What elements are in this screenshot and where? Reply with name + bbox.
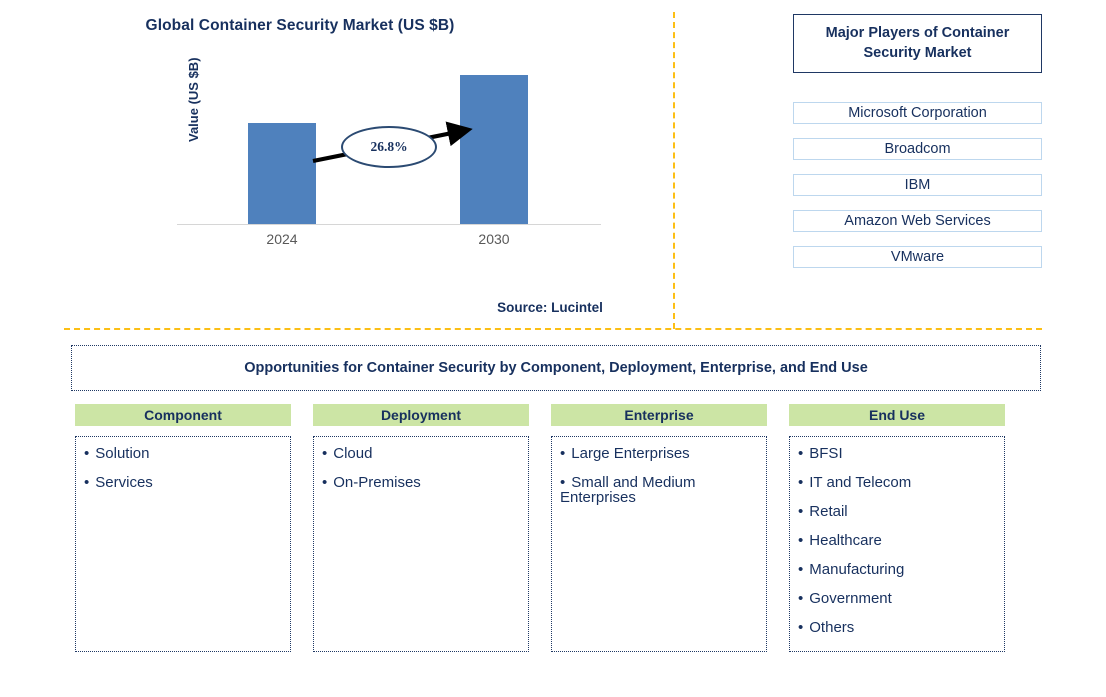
list-item: Cloud xyxy=(320,446,520,461)
cagr-callout: 26.8% xyxy=(341,126,437,168)
list-item: Others xyxy=(796,620,996,635)
segment-column-component: Component Solution Services xyxy=(75,404,291,652)
segment-list-deployment: Cloud On-Premises xyxy=(313,436,529,652)
x-tick-label-2024: 2024 xyxy=(266,231,298,247)
segment-header-end-use: End Use xyxy=(789,404,1005,426)
player-item-ibm[interactable]: IBM xyxy=(793,174,1042,196)
player-item-amazon-web-services[interactable]: Amazon Web Services xyxy=(793,210,1042,232)
player-item-vmware[interactable]: VMware xyxy=(793,246,1042,268)
segment-list-component: Solution Services xyxy=(75,436,291,652)
segment-header-enterprise: Enterprise xyxy=(551,404,767,426)
major-players-header: Major Players of Container Security Mark… xyxy=(793,14,1042,73)
list-item: Healthcare xyxy=(796,533,996,548)
list-item: On-Premises xyxy=(320,475,520,490)
player-item-microsoft-corporation[interactable]: Microsoft Corporation xyxy=(793,102,1042,124)
x-tick-label-2030: 2030 xyxy=(478,231,510,247)
segment-column-enterprise: Enterprise Large Enterprises Small and M… xyxy=(551,404,767,652)
list-item: Solution xyxy=(82,446,282,461)
list-item: Retail xyxy=(796,504,996,519)
opportunities-banner: Opportunities for Container Security by … xyxy=(71,345,1041,391)
segment-columns: Component Solution Services Deployment C… xyxy=(75,404,1015,652)
segment-list-enterprise: Large Enterprises Small and Medium Enter… xyxy=(551,436,767,652)
chart-title: Global Container Security Market (US $B) xyxy=(145,17,455,34)
horizontal-divider xyxy=(64,328,1042,330)
list-item: Services xyxy=(82,475,282,490)
segment-header-deployment: Deployment xyxy=(313,404,529,426)
list-item: Government xyxy=(796,591,996,606)
market-chart-panel: Global Container Security Market (US $B)… xyxy=(0,0,672,328)
vertical-divider xyxy=(673,12,675,329)
segment-header-component: Component xyxy=(75,404,291,426)
list-item: IT and Telecom xyxy=(796,475,996,490)
cagr-value: 26.8% xyxy=(370,139,408,154)
bar-2030 xyxy=(460,74,528,224)
segment-column-end-use: End Use BFSI IT and Telecom Retail Healt… xyxy=(789,404,1005,652)
segment-list-end-use: BFSI IT and Telecom Retail Healthcare Ma… xyxy=(789,436,1005,652)
major-players-panel: Major Players of Container Security Mark… xyxy=(793,14,1042,268)
list-item: BFSI xyxy=(796,446,996,461)
x-axis-line xyxy=(177,224,601,225)
player-item-broadcom[interactable]: Broadcom xyxy=(793,138,1042,160)
bar-container xyxy=(0,74,672,224)
segment-column-deployment: Deployment Cloud On-Premises xyxy=(313,404,529,652)
source-attribution: Source: Lucintel xyxy=(497,300,603,315)
bar-2024 xyxy=(248,122,316,224)
list-item: Large Enterprises xyxy=(558,446,758,461)
list-item: Small and Medium Enterprises xyxy=(558,475,758,505)
y-axis-label: Value (US $B) xyxy=(186,57,201,142)
list-item: Manufacturing xyxy=(796,562,996,577)
